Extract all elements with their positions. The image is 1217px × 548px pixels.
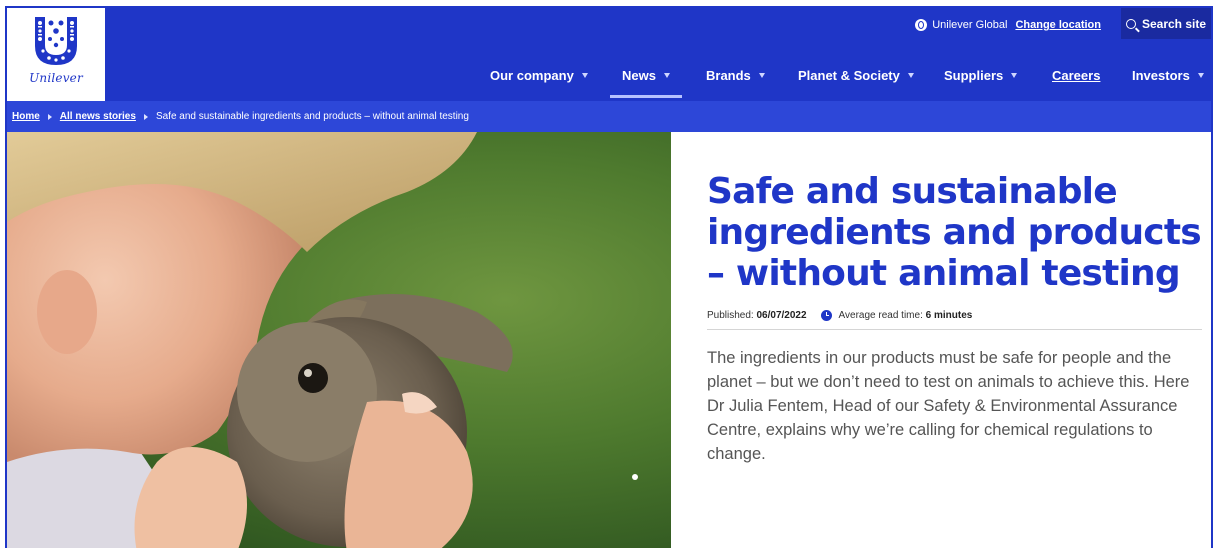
- caret-down-icon: [663, 73, 670, 78]
- search-button[interactable]: Search site: [1121, 8, 1211, 39]
- nav-label: Brands: [706, 68, 751, 83]
- main-nav: Our company News Brands Planet & Society…: [7, 61, 1211, 101]
- utility-bar: Unilever Global Change location Search s…: [915, 8, 1211, 42]
- breadcrumb-home-link[interactable]: Home: [12, 111, 40, 122]
- nav-item-brands[interactable]: Brands: [706, 61, 765, 101]
- nav-label: Suppliers: [944, 68, 1004, 83]
- caret-down-icon: [758, 73, 765, 78]
- article-intro: The ingredients in our products must be …: [707, 349, 1190, 463]
- nav-label: News: [622, 68, 656, 83]
- breadcrumb-arrow-icon: [143, 113, 148, 120]
- clock-icon: [820, 310, 832, 321]
- article-meta: Published: 06/07/2022 Average read time:…: [707, 310, 1202, 330]
- nav-label: Careers: [1052, 68, 1101, 83]
- breadcrumb: Home All news stories Safe and sustainab…: [7, 101, 1211, 132]
- hero-image: [7, 132, 671, 548]
- change-location-link[interactable]: Change location: [1015, 19, 1101, 31]
- breadcrumb-current: Safe and sustainable ingredients and pro…: [155, 111, 469, 122]
- caret-down-icon: [1011, 73, 1018, 78]
- breadcrumb-news-link[interactable]: All news stories: [60, 111, 136, 122]
- child-with-rabbit-illustration: [7, 132, 638, 548]
- caret-down-icon: [907, 73, 914, 78]
- article-title: Safe and sustainable ingredients and pro…: [707, 171, 1202, 294]
- read-time: 6 minutes: [925, 310, 973, 321]
- search-label: Search site: [1141, 16, 1207, 31]
- page-frame: Unilever Unilever Global Change location…: [5, 6, 1213, 548]
- site-header: Unilever Unilever Global Change location…: [7, 8, 1211, 101]
- nav-item-our-company[interactable]: Our company: [490, 61, 588, 101]
- article-header: Safe and sustainable ingredients and pro…: [707, 171, 1202, 466]
- caret-down-icon: [581, 73, 588, 78]
- published-label: Published:: [707, 310, 754, 321]
- published-date: 06/07/2022: [756, 310, 807, 321]
- nav-item-suppliers[interactable]: Suppliers: [944, 61, 1018, 101]
- nav-item-investors[interactable]: Investors: [1132, 61, 1204, 101]
- nav-item-planet-society[interactable]: Planet & Society: [798, 61, 914, 101]
- read-time-label: Average read time:: [838, 310, 923, 321]
- unilever-u-icon: [35, 17, 77, 65]
- nav-item-news[interactable]: News: [610, 61, 682, 101]
- nav-label: Our company: [490, 68, 574, 83]
- globe-icon: [915, 19, 928, 31]
- nav-label: Investors: [1132, 68, 1190, 83]
- nav-label: Planet & Society: [798, 68, 900, 83]
- breadcrumb-arrow-icon: [47, 113, 52, 120]
- search-icon: [1125, 18, 1136, 29]
- caret-down-icon: [1197, 73, 1204, 78]
- location-label: Unilever Global: [932, 19, 1008, 31]
- nav-item-careers[interactable]: Careers: [1052, 61, 1100, 101]
